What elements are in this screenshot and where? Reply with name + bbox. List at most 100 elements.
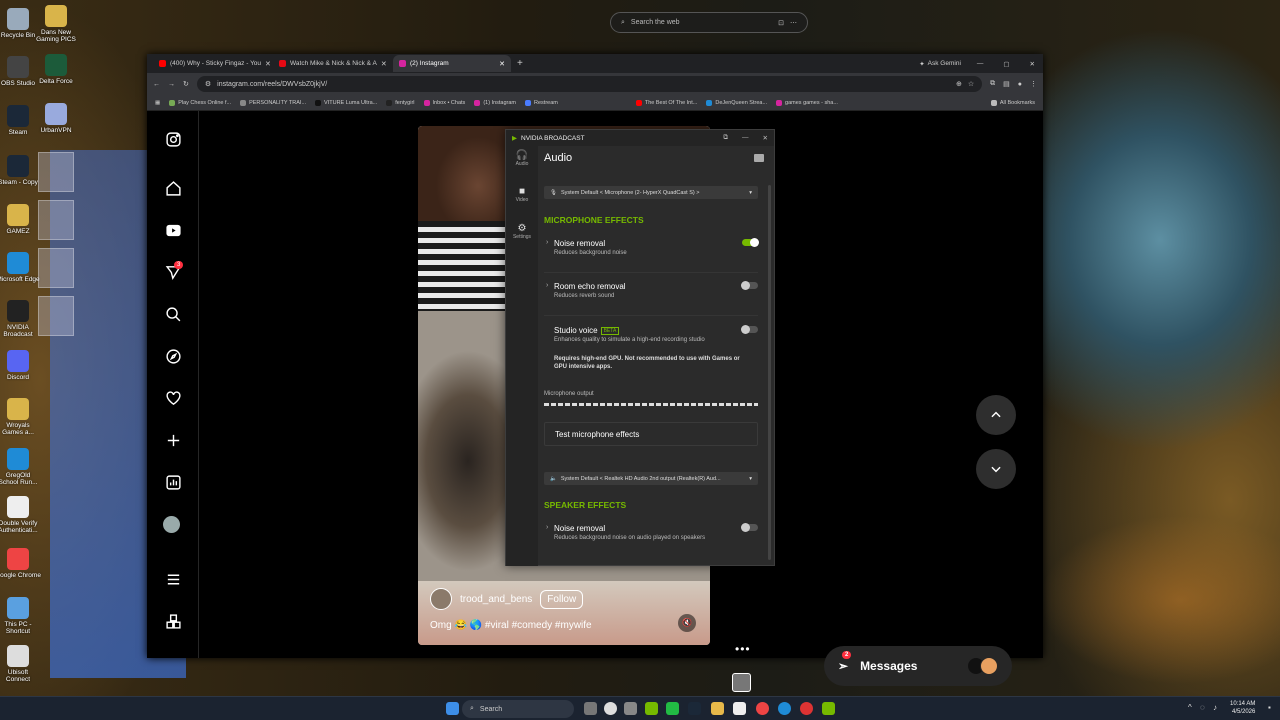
room-echo-toggle[interactable] bbox=[741, 281, 758, 290]
apps-icon[interactable] bbox=[163, 613, 183, 633]
speaker-select[interactable]: 🔈 System Default < Realtek HD Audio 2nd … bbox=[544, 472, 758, 485]
window-close-button[interactable]: ✕ bbox=[1030, 60, 1035, 68]
tab-netflix[interactable]: Watch Mike & Nick & Nick & A ✕ bbox=[273, 55, 391, 72]
author-username[interactable]: trood_and_bens bbox=[460, 594, 532, 605]
sidepanel-icon[interactable]: ▤ bbox=[1003, 80, 1010, 88]
site-info-icon[interactable]: ⚙ bbox=[205, 80, 211, 88]
selected-file-thumbnail[interactable] bbox=[38, 248, 74, 288]
app-icon[interactable] bbox=[666, 702, 679, 715]
desktop-icon[interactable]: Microsoft Edge bbox=[0, 252, 41, 283]
instagram-logo-icon[interactable] bbox=[163, 131, 183, 151]
desktop-icon[interactable]: Discord bbox=[0, 350, 41, 381]
notepad-icon[interactable] bbox=[733, 702, 746, 715]
test-microphone-effects[interactable]: Test microphone effects bbox=[544, 422, 758, 446]
forward-icon[interactable]: → bbox=[168, 81, 175, 88]
back-icon[interactable]: ← bbox=[153, 81, 160, 88]
messages-button[interactable]: ➣ 2 Messages bbox=[824, 646, 1012, 686]
bookmark-item[interactable]: (1) Instagram bbox=[474, 99, 516, 106]
author-avatar[interactable] bbox=[430, 588, 452, 610]
microphone-select[interactable]: 🎙 System Default < Microphone (2- HyperX… bbox=[544, 186, 758, 199]
previous-reel-button[interactable] bbox=[976, 395, 1016, 435]
task-view-icon[interactable] bbox=[584, 702, 597, 715]
ask-gemini-button[interactable]: ✦ Ask Gemini bbox=[919, 60, 961, 68]
chrome-icon[interactable] bbox=[756, 702, 769, 715]
audio-thumbnail[interactable] bbox=[732, 673, 751, 692]
bookmark-item[interactable]: Play Chess Online f... bbox=[169, 99, 231, 106]
close-icon[interactable]: ✕ bbox=[265, 60, 271, 68]
tab-youtube[interactable]: (400) Why - Sticky Fingaz - You ✕ bbox=[153, 55, 271, 72]
menu-icon[interactable]: ⋮ bbox=[1030, 80, 1037, 88]
desktop-icon[interactable]: Google Chrome bbox=[0, 548, 41, 579]
studio-voice-toggle[interactable] bbox=[741, 325, 758, 334]
desktop-icon[interactable]: GAMEZ bbox=[0, 204, 41, 235]
nav-video[interactable]: ■ Video bbox=[506, 186, 538, 203]
bookmark-item[interactable]: VITURE Luma Ultra... bbox=[315, 99, 377, 106]
steam-icon[interactable] bbox=[688, 702, 701, 715]
minimize-icon[interactable]: — bbox=[742, 134, 749, 142]
selected-file-thumbnail[interactable] bbox=[38, 152, 74, 192]
bookmark-item[interactable]: fentygirl bbox=[386, 99, 415, 106]
desktop-icon[interactable]: This PC - Shortcut bbox=[0, 597, 41, 635]
noise-removal-toggle[interactable] bbox=[742, 238, 759, 247]
extensions-icon[interactable]: ⧉ bbox=[990, 80, 995, 88]
bookmark-star-icon[interactable]: ☆ bbox=[968, 80, 974, 88]
next-reel-button[interactable] bbox=[976, 449, 1016, 489]
bookmark-item[interactable]: The Best Of The Int... bbox=[635, 99, 697, 106]
nvidia-broadcast-icon[interactable] bbox=[822, 702, 835, 715]
desktop-icon[interactable]: UrbanVPN bbox=[33, 103, 79, 134]
edge-icon[interactable] bbox=[778, 702, 791, 715]
all-bookmarks-button[interactable]: All Bookmarks bbox=[990, 99, 1035, 106]
network-icon[interactable]: ◌ bbox=[1200, 703, 1205, 712]
minimize-button[interactable]: — bbox=[977, 60, 984, 67]
desktop-icon[interactable]: Double Verify Authenticati... bbox=[0, 496, 41, 534]
desktop-icon[interactable]: Wroyals Games a... bbox=[0, 398, 41, 436]
tray-chevron-icon[interactable]: ^ bbox=[1188, 703, 1192, 712]
notifications-icon[interactable]: ▪ bbox=[1268, 703, 1271, 712]
obs-icon[interactable] bbox=[604, 702, 617, 715]
effect-speaker-noise-removal[interactable]: › Noise removal Reduces background noise… bbox=[544, 523, 758, 558]
mute-icon[interactable]: 🔇 bbox=[678, 614, 696, 632]
nav-audio[interactable]: 🎧 Audio bbox=[506, 150, 538, 167]
close-icon[interactable]: ✕ bbox=[381, 60, 387, 68]
selected-file-thumbnail[interactable] bbox=[38, 296, 74, 336]
desktop-icon[interactable]: Ubisoft Connect bbox=[0, 645, 41, 683]
dashboard-icon[interactable] bbox=[163, 474, 183, 494]
system-clock[interactable]: 10:14 AM 4/5/2026 bbox=[1230, 700, 1255, 716]
web-search-bar[interactable]: ⌕ Search the web ⊡ ⋯ bbox=[610, 12, 808, 33]
home-icon[interactable] bbox=[163, 180, 183, 200]
selected-file-thumbnail[interactable] bbox=[38, 200, 74, 240]
desktop-icon[interactable]: Dans New Gaming PICS bbox=[33, 5, 79, 43]
bookmark-item[interactable]: games games - sha... bbox=[776, 99, 838, 106]
more-options-icon[interactable]: ••• bbox=[735, 642, 751, 656]
maximize-button[interactable]: ▢ bbox=[1003, 60, 1009, 68]
profile-avatar[interactable] bbox=[163, 516, 183, 536]
desktop-icon[interactable]: NVIDIA Broadcast bbox=[0, 300, 41, 338]
feedback-icon[interactable] bbox=[754, 154, 764, 162]
settings-icon[interactable] bbox=[624, 702, 637, 715]
speaker-noise-toggle[interactable] bbox=[741, 523, 758, 532]
address-bar[interactable]: ⚙ instagram.com/reels/DWVsbZ0jkjV/ ⊕ ☆ bbox=[196, 76, 983, 92]
menu-icon[interactable] bbox=[163, 571, 183, 591]
camera-icon[interactable]: ⊡ bbox=[778, 19, 784, 27]
chrome-profile-icon[interactable] bbox=[800, 702, 813, 715]
desktop-icon[interactable]: Steam - Copy bbox=[0, 155, 41, 186]
zoom-icon[interactable]: ⊕ bbox=[956, 80, 962, 88]
follow-button[interactable]: Follow bbox=[540, 589, 584, 609]
effect-room-echo-removal[interactable]: › Room echo removal Reduces reverb sound bbox=[544, 281, 758, 316]
reload-icon[interactable]: ↻ bbox=[183, 80, 189, 88]
new-tab-button[interactable]: + bbox=[517, 58, 523, 69]
create-icon[interactable] bbox=[163, 432, 183, 452]
close-icon[interactable]: ✕ bbox=[499, 60, 505, 68]
close-icon[interactable]: ✕ bbox=[763, 134, 768, 142]
volume-icon[interactable]: ♪ bbox=[1213, 703, 1217, 712]
nav-settings[interactable]: ⚙ Settings bbox=[506, 223, 538, 240]
apps-icon[interactable]: ▦ bbox=[155, 100, 160, 106]
reels-icon[interactable] bbox=[163, 222, 183, 242]
heart-icon[interactable] bbox=[163, 390, 183, 410]
desktop-icon[interactable]: Delta Force bbox=[33, 54, 79, 85]
search-icon[interactable] bbox=[163, 306, 183, 326]
bookmark-item[interactable]: Inbox • Chats bbox=[423, 99, 465, 106]
nvidia-icon[interactable] bbox=[645, 702, 658, 715]
explore-icon[interactable] bbox=[163, 348, 183, 368]
scrollbar[interactable] bbox=[768, 185, 771, 560]
